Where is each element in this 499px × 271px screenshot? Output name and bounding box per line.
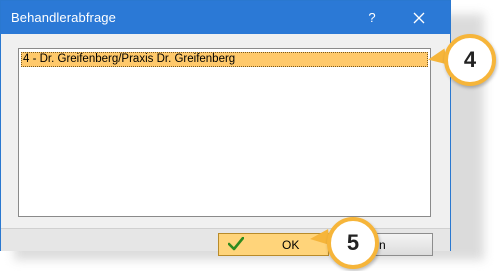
- close-button[interactable]: [399, 1, 439, 34]
- callout-badge-5: 5: [327, 217, 379, 269]
- callout-badge-4: 4: [444, 34, 496, 86]
- help-button[interactable]: ?: [353, 1, 391, 34]
- behandler-dialog: Behandlerabfrage ? 4 - Dr. Greifenberg/P…: [0, 0, 451, 251]
- behandler-list[interactable]: 4 - Dr. Greifenberg/Praxis Dr. Greifenbe…: [18, 48, 431, 217]
- checkmark-icon: [228, 237, 244, 251]
- ok-button-label: OK: [282, 238, 300, 252]
- close-icon: [413, 12, 425, 23]
- title-bar[interactable]: Behandlerabfrage ?: [1, 1, 450, 34]
- list-item-selected[interactable]: 4 - Dr. Greifenberg/Praxis Dr. Greifenbe…: [21, 52, 428, 67]
- window-title: Behandlerabfrage: [11, 10, 116, 25]
